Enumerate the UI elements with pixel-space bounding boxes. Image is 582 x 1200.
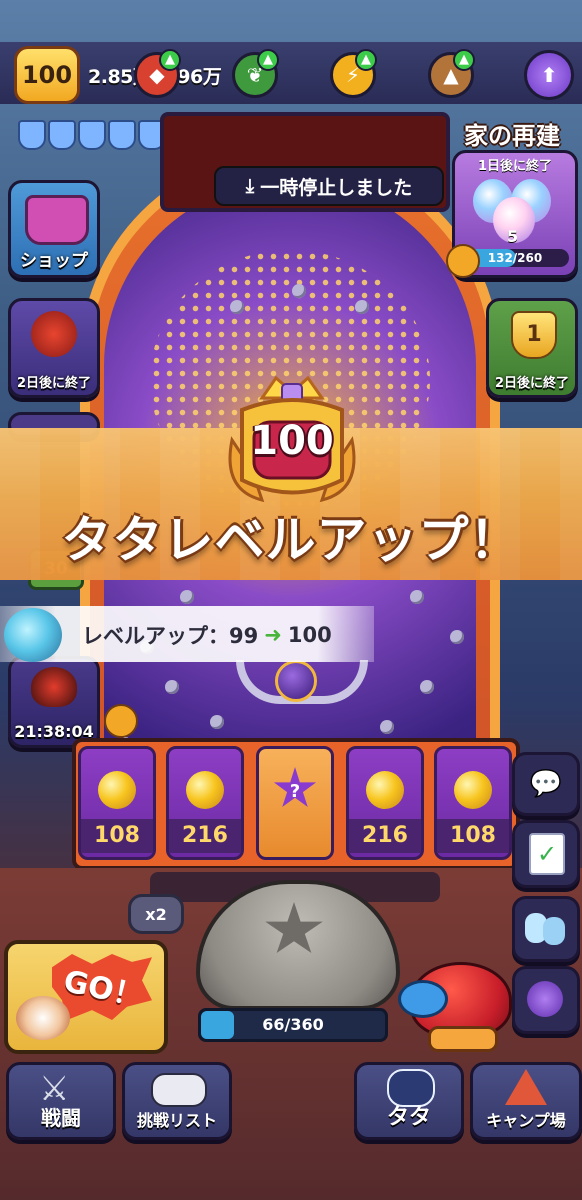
shield-icon [78, 120, 106, 150]
candy-icon [186, 771, 224, 809]
levelup-detail: レベルアップ：99 ➜ 100 [82, 620, 332, 650]
peg [165, 680, 179, 694]
peg [380, 720, 394, 734]
reel-slot-4: 216 [346, 746, 424, 860]
up-arrow-icon: ▲ [355, 49, 377, 71]
reel-value: 216 [169, 819, 241, 853]
levelup-detail-prefix: レベルアップ：99 [82, 624, 259, 648]
trophy-label: 2日後に終了 [494, 376, 570, 391]
up-arrow-icon: ▲ [453, 49, 475, 71]
player-level-badge[interactable]: 100 [14, 46, 80, 104]
reel-slot-5: 108 [434, 746, 512, 860]
pause-notice-text: 一時停止しました [260, 176, 413, 199]
nav-camp-button[interactable]: キャンプ場 [470, 1062, 582, 1140]
nav-challenge-button[interactable]: 挑戦リスト [122, 1062, 232, 1140]
shop-button[interactable]: ショップ [8, 180, 100, 278]
leaf-icon[interactable]: ❦ ▲ [232, 49, 279, 98]
reel-value: 108 [437, 819, 509, 853]
coin-key-icon [104, 704, 138, 738]
reel-slot-2: 216 [166, 746, 244, 860]
shield-icon [48, 120, 76, 150]
shield-icon [18, 120, 46, 150]
peg [420, 680, 434, 694]
up-arrow-icon: ▲ [159, 49, 181, 71]
arrow-right-icon: ➜ [264, 623, 282, 647]
trophy-icon: 1 [511, 311, 557, 359]
rebuild-count: 5 [507, 227, 519, 246]
nav-tata-label: タタ [386, 1105, 431, 1130]
emblem-icon[interactable] [512, 966, 580, 1034]
tata-dragon-character[interactable] [398, 944, 518, 1052]
task-clipboard-icon[interactable]: ✓ [512, 820, 580, 888]
download-icon: ⤓ [245, 175, 255, 197]
nav-challenge-label: 挑戦リスト [136, 1111, 217, 1130]
reel-value: 108 [81, 819, 153, 853]
tent-icon [505, 1069, 547, 1105]
shield-row [18, 118, 168, 152]
tata-avatar-icon [4, 608, 62, 662]
candy-icon [454, 771, 492, 809]
peg [450, 630, 464, 644]
hamster-character-icon [16, 996, 70, 1040]
key-icon [446, 244, 480, 278]
player-level-value: 100 [21, 61, 73, 89]
lightning-icon[interactable]: ⚡ ▲ [330, 49, 377, 98]
shield-icon [108, 120, 136, 150]
peg [230, 300, 244, 314]
pause-notice: ⤓ 一時停止しました [214, 166, 444, 206]
event-button-bottom-left[interactable]: 21:38:04 [8, 656, 100, 748]
star-icon [265, 902, 323, 953]
peg [180, 590, 194, 604]
candy-icon [98, 771, 136, 809]
candy-icon [366, 771, 404, 809]
go-battle-card[interactable]: GO！ [4, 940, 168, 1054]
event-left-label: 2日後に終了 [16, 376, 92, 391]
peg [355, 300, 369, 314]
energy-progress-text: 66/360 [262, 1015, 324, 1034]
levelup-detail-to: 100 [287, 623, 332, 647]
nav-tata-button[interactable]: タタ [354, 1062, 464, 1140]
reel-slot-1: 108 [78, 746, 156, 860]
shop-label: ショップ [20, 251, 88, 271]
nav-battle-label: 戦闘 [41, 1106, 81, 1130]
event-button-left[interactable]: 2日後に終了 [8, 298, 100, 398]
up-arrow-icon: ▲ [257, 49, 279, 71]
rebuild-subtitle: 1日後に終了 [477, 159, 553, 174]
trophy-event-button[interactable]: 1 2日後に終了 [486, 298, 578, 398]
nav-battle-button[interactable]: ⚔ 戦闘 [6, 1062, 116, 1140]
dragon-belly [428, 1026, 498, 1052]
nav-camp-label: キャンプ場 [486, 1111, 566, 1130]
friends-icon[interactable] [512, 896, 580, 962]
bird-character-icon [31, 311, 77, 357]
rebuild-title: 家の再建 [464, 122, 560, 150]
multiplier-button[interactable]: x2 [128, 894, 184, 934]
chat-icon[interactable]: 💬 [512, 752, 580, 816]
mystery-glyph: ? [289, 781, 301, 802]
trophy-rank: 1 [526, 322, 542, 347]
energy-progress-bar: 66/360 [198, 1008, 388, 1042]
purple-upgrade-icon[interactable]: ⬆ [524, 50, 574, 100]
levelup-title: タタレベルアップ！ [61, 511, 521, 569]
dragon-mask [398, 980, 448, 1018]
reel-value: 216 [349, 819, 421, 853]
ruby-icon[interactable]: ◆ ▲ [134, 49, 181, 98]
basket-icon [25, 195, 89, 245]
center-hole [275, 660, 317, 702]
peg [210, 715, 224, 729]
mystery-star-icon: ? [273, 767, 317, 808]
peg [410, 590, 424, 604]
reel-slot-3: ? [256, 746, 334, 860]
bug-character-icon [31, 667, 77, 707]
gamepad-icon [151, 1073, 207, 1107]
peg [292, 284, 306, 298]
wood-icon[interactable]: ▲ ▲ [428, 49, 475, 98]
level-badge-number: 100 [250, 418, 334, 464]
multiplier-label: x2 [145, 904, 167, 924]
